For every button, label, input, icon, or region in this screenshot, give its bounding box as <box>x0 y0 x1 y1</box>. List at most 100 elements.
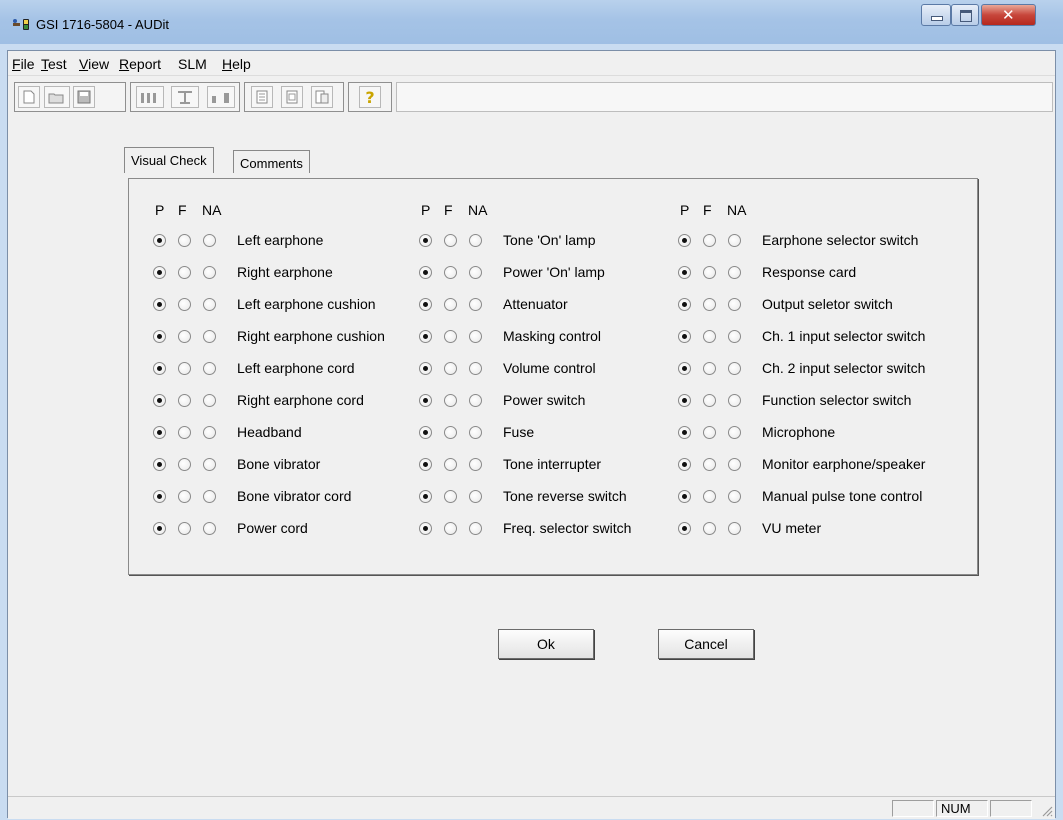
maximize-button[interactable] <box>951 4 979 26</box>
radio-p[interactable] <box>419 426 432 439</box>
tab-visual-check[interactable]: Visual Check <box>124 147 214 173</box>
radio-f[interactable] <box>444 426 457 439</box>
bone-test-icon[interactable] <box>171 86 199 108</box>
radio-f[interactable] <box>444 394 457 407</box>
radio-p[interactable] <box>678 234 691 247</box>
radio-na[interactable] <box>469 426 482 439</box>
cancel-button[interactable]: Cancel <box>658 629 754 659</box>
radio-p[interactable] <box>419 522 432 535</box>
radio-f[interactable] <box>444 490 457 503</box>
radio-f[interactable] <box>178 298 191 311</box>
radio-p[interactable] <box>419 234 432 247</box>
radio-p[interactable] <box>678 394 691 407</box>
radio-f[interactable] <box>703 394 716 407</box>
menu-report[interactable]: Report <box>119 56 161 72</box>
radio-na[interactable] <box>728 330 741 343</box>
radio-p[interactable] <box>153 298 166 311</box>
radio-p[interactable] <box>153 426 166 439</box>
help-question-icon[interactable]: ? <box>359 86 381 108</box>
radio-f[interactable] <box>444 458 457 471</box>
radio-p[interactable] <box>419 394 432 407</box>
radio-na[interactable] <box>203 522 216 535</box>
radio-f[interactable] <box>178 394 191 407</box>
radio-f[interactable] <box>703 298 716 311</box>
radio-na[interactable] <box>203 490 216 503</box>
radio-p[interactable] <box>153 234 166 247</box>
radio-na[interactable] <box>203 362 216 375</box>
radio-f[interactable] <box>703 426 716 439</box>
radio-f[interactable] <box>178 458 191 471</box>
menu-test[interactable]: Test <box>41 56 67 72</box>
resize-grip-icon[interactable] <box>1041 805 1053 817</box>
report-export-icon[interactable] <box>311 86 333 108</box>
radio-na[interactable] <box>469 298 482 311</box>
radio-na[interactable] <box>728 490 741 503</box>
radio-p[interactable] <box>678 426 691 439</box>
report-preview-icon[interactable] <box>281 86 303 108</box>
radio-na[interactable] <box>728 266 741 279</box>
title-bar[interactable]: GSI 1716-5804 - AUDit ✕ <box>0 0 1063 44</box>
radio-na[interactable] <box>469 490 482 503</box>
radio-p[interactable] <box>419 330 432 343</box>
radio-p[interactable] <box>153 394 166 407</box>
radio-f[interactable] <box>178 490 191 503</box>
radio-na[interactable] <box>203 394 216 407</box>
open-folder-icon[interactable] <box>44 86 70 108</box>
radio-na[interactable] <box>728 362 741 375</box>
radio-p[interactable] <box>678 298 691 311</box>
radio-p[interactable] <box>419 266 432 279</box>
radio-na[interactable] <box>469 522 482 535</box>
menu-view[interactable]: View <box>79 56 109 72</box>
radio-na[interactable] <box>469 458 482 471</box>
radio-na[interactable] <box>469 362 482 375</box>
radio-p[interactable] <box>678 490 691 503</box>
radio-na[interactable] <box>469 266 482 279</box>
radio-f[interactable] <box>703 330 716 343</box>
menu-slm[interactable]: SLM <box>178 56 207 72</box>
radio-na[interactable] <box>203 458 216 471</box>
headphones-test-icon[interactable] <box>136 86 164 108</box>
radio-na[interactable] <box>728 298 741 311</box>
radio-na[interactable] <box>469 330 482 343</box>
radio-f[interactable] <box>444 522 457 535</box>
radio-p[interactable] <box>153 458 166 471</box>
radio-na[interactable] <box>728 426 741 439</box>
radio-p[interactable] <box>153 490 166 503</box>
radio-f[interactable] <box>444 330 457 343</box>
radio-na[interactable] <box>728 458 741 471</box>
radio-f[interactable] <box>444 234 457 247</box>
radio-f[interactable] <box>178 362 191 375</box>
radio-f[interactable] <box>178 266 191 279</box>
radio-p[interactable] <box>419 458 432 471</box>
radio-p[interactable] <box>153 522 166 535</box>
radio-f[interactable] <box>444 362 457 375</box>
close-button[interactable]: ✕ <box>981 4 1036 26</box>
radio-na[interactable] <box>469 394 482 407</box>
radio-na[interactable] <box>728 522 741 535</box>
new-file-icon[interactable] <box>18 86 40 108</box>
radio-p[interactable] <box>678 266 691 279</box>
radio-f[interactable] <box>178 426 191 439</box>
tab-comments[interactable]: Comments <box>233 150 310 173</box>
radio-f[interactable] <box>703 266 716 279</box>
radio-p[interactable] <box>153 362 166 375</box>
radio-na[interactable] <box>728 234 741 247</box>
radio-f[interactable] <box>703 522 716 535</box>
radio-p[interactable] <box>678 458 691 471</box>
radio-na[interactable] <box>203 266 216 279</box>
radio-f[interactable] <box>444 298 457 311</box>
speaker-test-icon[interactable] <box>207 86 235 108</box>
radio-f[interactable] <box>703 234 716 247</box>
radio-f[interactable] <box>178 330 191 343</box>
radio-f[interactable] <box>178 234 191 247</box>
radio-na[interactable] <box>203 234 216 247</box>
radio-f[interactable] <box>703 362 716 375</box>
radio-p[interactable] <box>419 298 432 311</box>
menu-help[interactable]: Help <box>222 56 251 72</box>
radio-na[interactable] <box>728 394 741 407</box>
radio-na[interactable] <box>469 234 482 247</box>
radio-f[interactable] <box>178 522 191 535</box>
radio-p[interactable] <box>678 522 691 535</box>
radio-p[interactable] <box>153 266 166 279</box>
radio-p[interactable] <box>153 330 166 343</box>
